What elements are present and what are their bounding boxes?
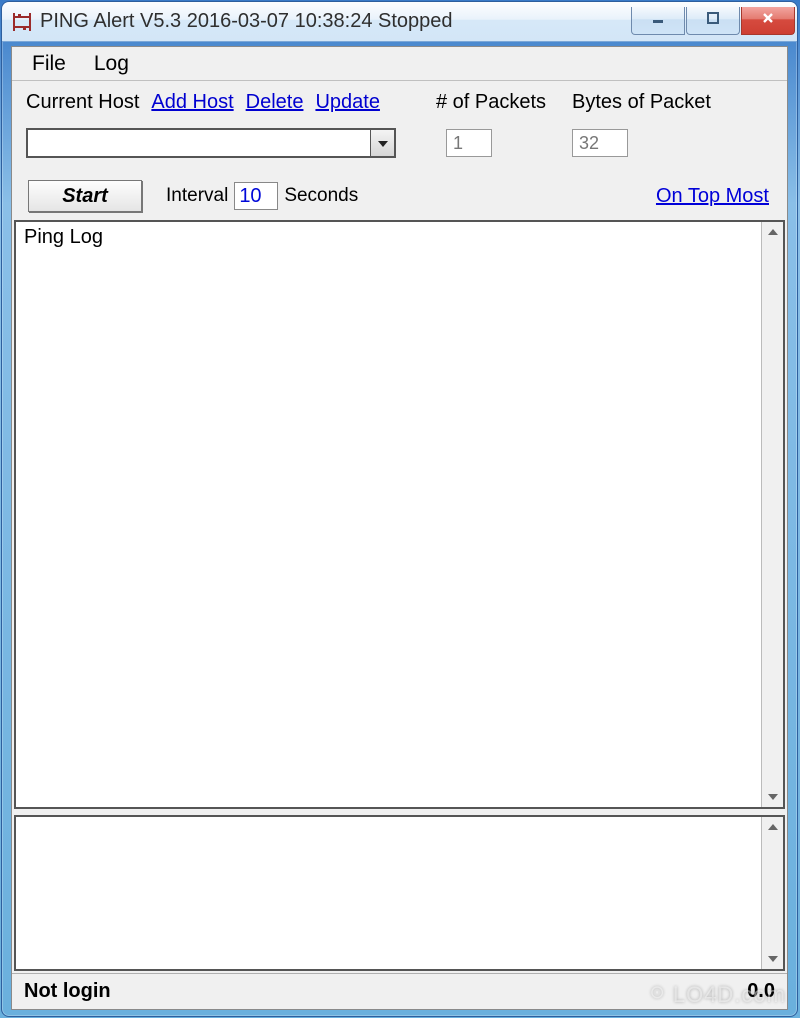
bytes-input [572, 129, 628, 157]
bytes-label: Bytes of Packet [572, 91, 711, 114]
scroll-up-icon[interactable] [765, 819, 781, 835]
ping-log-title: Ping Log [24, 226, 103, 248]
ping-log-panel: Ping Log [14, 220, 785, 809]
app-icon [10, 10, 34, 34]
start-button[interactable]: Start [28, 180, 142, 212]
maximize-icon [706, 11, 720, 30]
log-panels: Ping Log [12, 220, 787, 973]
current-host-label: Current Host [26, 91, 139, 114]
titlebar[interactable]: PING Alert V5.3 2016-03-07 10:38:24 Stop… [2, 2, 797, 42]
packets-label: # of Packets [436, 91, 546, 114]
menu-log[interactable]: Log [80, 49, 143, 79]
app-window: PING Alert V5.3 2016-03-07 10:38:24 Stop… [1, 1, 798, 1017]
add-host-link[interactable]: Add Host [151, 91, 233, 114]
packets-input [446, 129, 492, 157]
secondary-scrollbar[interactable] [761, 817, 783, 969]
status-left: Not login [24, 980, 111, 1003]
minimize-icon [651, 11, 665, 30]
client-area: File Log Current Host Add Host Delete Up… [11, 46, 788, 1010]
secondary-body[interactable] [16, 817, 761, 969]
ping-log-scrollbar[interactable] [761, 222, 783, 807]
scroll-up-icon[interactable] [765, 224, 781, 240]
status-bar: Not login 0.0 [12, 973, 787, 1009]
on-top-most-link[interactable]: On Top Most [656, 185, 773, 208]
host-input[interactable] [28, 130, 370, 156]
delete-link[interactable]: Delete [246, 91, 304, 114]
scroll-down-icon[interactable] [765, 789, 781, 805]
scroll-down-icon[interactable] [765, 951, 781, 967]
interval-input[interactable] [234, 182, 278, 210]
close-icon [761, 11, 775, 30]
menu-file[interactable]: File [18, 49, 80, 79]
minimize-button[interactable] [631, 7, 685, 35]
update-link[interactable]: Update [315, 91, 380, 114]
ping-log-body[interactable]: Ping Log [16, 222, 761, 807]
dropdown-button[interactable] [370, 130, 394, 156]
controls-panel: Current Host Add Host Delete Update # of… [12, 81, 787, 220]
secondary-panel [14, 815, 785, 971]
maximize-button[interactable] [686, 7, 740, 35]
menubar: File Log [12, 47, 787, 81]
window-title: PING Alert V5.3 2016-03-07 10:38:24 Stop… [40, 10, 453, 33]
chevron-down-icon [377, 132, 389, 154]
status-right: 0.0 [747, 980, 775, 1003]
seconds-label: Seconds [284, 185, 358, 207]
close-button[interactable] [741, 7, 795, 35]
host-dropdown[interactable] [26, 128, 396, 158]
interval-label: Interval [166, 185, 228, 207]
